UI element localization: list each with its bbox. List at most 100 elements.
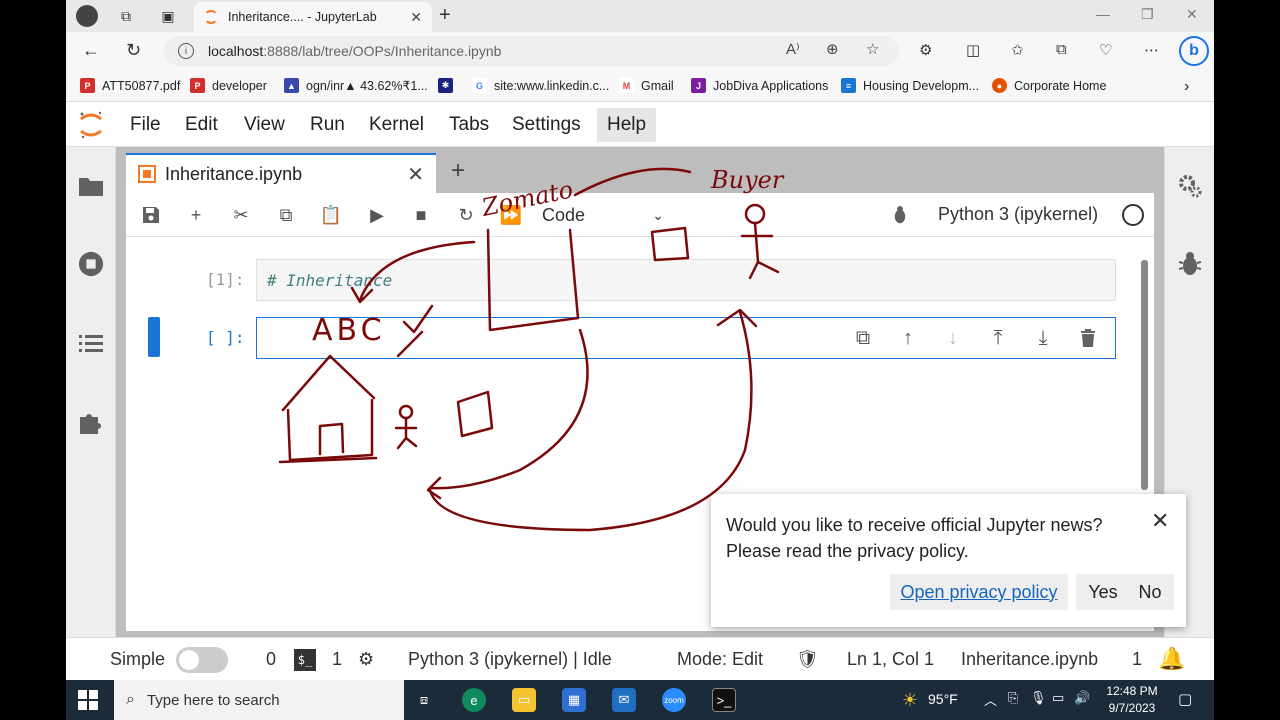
more-menu-icon[interactable]: ⋯ — [1144, 41, 1159, 59]
close-icon[interactable]: ✕ — [407, 162, 424, 187]
restart-icon[interactable]: ↻ — [454, 203, 478, 227]
read-aloud-icon[interactable]: A⁾ — [786, 40, 800, 58]
extensions-icon[interactable]: ⚙ — [919, 41, 932, 59]
bookmark-item[interactable]: P ATT50877.pdf — [80, 78, 180, 93]
action-center-icon[interactable]: ▢ — [1178, 690, 1192, 708]
jupyter-statusbar: Simple 0 $_ 1 ⚙ Python 3 (ipykernel) | I… — [66, 637, 1214, 680]
debugger-bug-icon[interactable] — [1177, 251, 1203, 277]
edge-browser-icon[interactable]: e — [462, 688, 486, 712]
collections-icon[interactable]: ⧉ — [1056, 41, 1067, 58]
workspaces-icon[interactable]: ⧉ — [116, 6, 136, 26]
kernel-chip-icon[interactable]: ⚙ — [358, 649, 374, 670]
duplicate-cell-icon[interactable]: ⧉ — [850, 325, 876, 351]
restore-icon[interactable]: ❐ — [1141, 6, 1154, 23]
close-tab-icon[interactable]: ✕ — [410, 9, 422, 26]
weather-temp[interactable]: 95°F — [928, 691, 958, 707]
cell-type-select[interactable]: Code ⌄ — [542, 203, 664, 227]
close-icon[interactable]: ✕ — [1151, 508, 1169, 534]
terminal-icon[interactable]: $_ — [294, 649, 316, 671]
delete-cell-icon[interactable] — [1075, 325, 1101, 351]
kernel-name[interactable]: Python 3 (ipykernel) — [938, 204, 1098, 225]
zoom-icon[interactable]: ⊕ — [826, 40, 839, 58]
move-up-icon[interactable]: ↑ — [895, 325, 921, 351]
site-info-icon[interactable]: i — [178, 43, 194, 59]
bookmark-item[interactable]: ≡ Housing Developm... — [841, 78, 979, 93]
save-icon[interactable] — [139, 203, 163, 227]
open-privacy-policy-button[interactable]: Open privacy policy — [890, 574, 1068, 610]
close-window-icon[interactable]: ✕ — [1186, 6, 1198, 23]
bookmark-item[interactable]: Gsite:www.linkedin.c... — [472, 78, 609, 93]
bookmark-item[interactable]: ● Corporate Home — [992, 78, 1106, 93]
folder-icon[interactable] — [78, 173, 104, 199]
interrupt-icon[interactable]: ■ — [409, 203, 433, 227]
bookmark-item[interactable]: J JobDiva Applications — [691, 78, 828, 93]
bookmarks-more-chevron-icon[interactable]: › — [1184, 78, 1189, 96]
insert-below-icon[interactable]: ⤓ — [1030, 325, 1056, 351]
yes-button[interactable]: Yes — [1076, 574, 1130, 610]
mail-icon[interactable]: ✉ — [612, 688, 636, 712]
cell-editor[interactable]: # Inheritance — [256, 259, 1116, 301]
bookmark-item[interactable]: ▲ ogn/inr▲ 43.62%₹1... — [284, 78, 428, 93]
insert-above-icon[interactable]: ⤒ — [985, 325, 1011, 351]
new-launcher-button[interactable]: + — [451, 157, 465, 185]
profile-avatar[interactable] — [76, 5, 98, 27]
bookmark-item[interactable]: Pdeveloper — [190, 78, 267, 93]
property-inspector-gears-icon[interactable] — [1177, 173, 1203, 199]
menu-run[interactable]: Run — [310, 114, 345, 136]
bell-icon[interactable]: 🔔 — [1158, 646, 1185, 672]
zoom-icon[interactable]: zoom — [662, 688, 686, 712]
tab-actions-icon[interactable]: ▣ — [158, 6, 178, 26]
bug-icon[interactable] — [888, 203, 912, 227]
new-tab-button[interactable]: + — [439, 4, 451, 27]
microphone-icon[interactable]: 🎙 — [1030, 690, 1047, 706]
scrollbar-thumb[interactable] — [1141, 260, 1148, 490]
back-arrow-icon[interactable]: ← — [82, 40, 100, 61]
favorite-star-icon[interactable]: ☆ — [866, 40, 879, 58]
favorites-icon[interactable]: ✩ — [1011, 41, 1024, 59]
minimize-icon[interactable]: — — [1096, 6, 1110, 22]
network-icon[interactable]: ▭ — [1052, 690, 1064, 706]
cursor-position[interactable]: Ln 1, Col 1 — [847, 649, 934, 670]
code-cell[interactable]: [1]: # Inheritance — [126, 259, 1126, 301]
store-icon[interactable]: ▦ — [562, 688, 586, 712]
code-cell-active[interactable]: [ ]: ⧉ ↑ ↓ ⤒ ⤓ — [126, 317, 1126, 359]
browser-tab[interactable]: Inheritance.... - JupyterLab ✕ — [194, 2, 432, 32]
device-icon[interactable]: ⎘ — [1008, 690, 1018, 706]
table-of-contents-icon[interactable] — [78, 331, 104, 357]
terminal-app-icon[interactable]: >_ — [712, 688, 736, 712]
bookmark-item[interactable]: M Gmail — [619, 78, 674, 93]
running-sessions-icon[interactable] — [78, 251, 104, 277]
bookmark-item[interactable]: ✱ — [438, 78, 460, 93]
menu-tabs[interactable]: Tabs — [449, 114, 489, 136]
active-cell-indicator[interactable] — [148, 317, 160, 357]
menu-edit[interactable]: Edit — [185, 114, 218, 136]
extension-manager-icon[interactable] — [78, 409, 104, 435]
cut-icon[interactable]: ✂ — [229, 203, 253, 227]
split-screen-icon[interactable]: ◫ — [966, 41, 980, 59]
file-explorer-icon[interactable]: ▭ — [512, 688, 536, 712]
clock[interactable]: 12:48 PM 9/7/2023 — [1102, 683, 1162, 717]
refresh-icon[interactable]: ↻ — [126, 40, 141, 61]
tray-chevron-up-icon[interactable]: ︿ — [984, 690, 997, 709]
taskbar-search[interactable]: ⌕ Type here to search — [114, 680, 404, 720]
kernel-status-text[interactable]: Python 3 (ipykernel) | Idle — [408, 649, 612, 670]
copy-icon[interactable]: ⧉ — [274, 203, 298, 227]
move-down-icon[interactable]: ↓ — [940, 325, 966, 351]
fast-forward-icon[interactable]: ⏩ — [499, 203, 523, 227]
menu-help[interactable]: Help — [597, 108, 657, 142]
task-view-icon[interactable]: ⧈ — [412, 688, 436, 712]
menu-settings[interactable]: Settings — [512, 114, 581, 136]
insert-cell-icon[interactable]: + — [184, 203, 208, 227]
copilot-icon[interactable]: b — [1179, 36, 1209, 66]
run-icon[interactable]: ▶ — [365, 203, 389, 227]
menu-view[interactable]: View — [244, 114, 285, 136]
paste-icon[interactable]: 📋 — [319, 203, 343, 227]
simple-mode-toggle[interactable] — [176, 647, 228, 673]
menu-file[interactable]: File — [130, 114, 161, 136]
volume-icon[interactable]: 🔊 — [1074, 690, 1090, 706]
notebook-tab[interactable]: Inheritance.ipynb ✕ — [126, 153, 436, 193]
windows-start-icon[interactable] — [78, 690, 98, 710]
menu-kernel[interactable]: Kernel — [369, 114, 424, 136]
browser-essentials-icon[interactable]: ♡ — [1099, 41, 1112, 59]
no-button[interactable]: No — [1126, 574, 1174, 610]
